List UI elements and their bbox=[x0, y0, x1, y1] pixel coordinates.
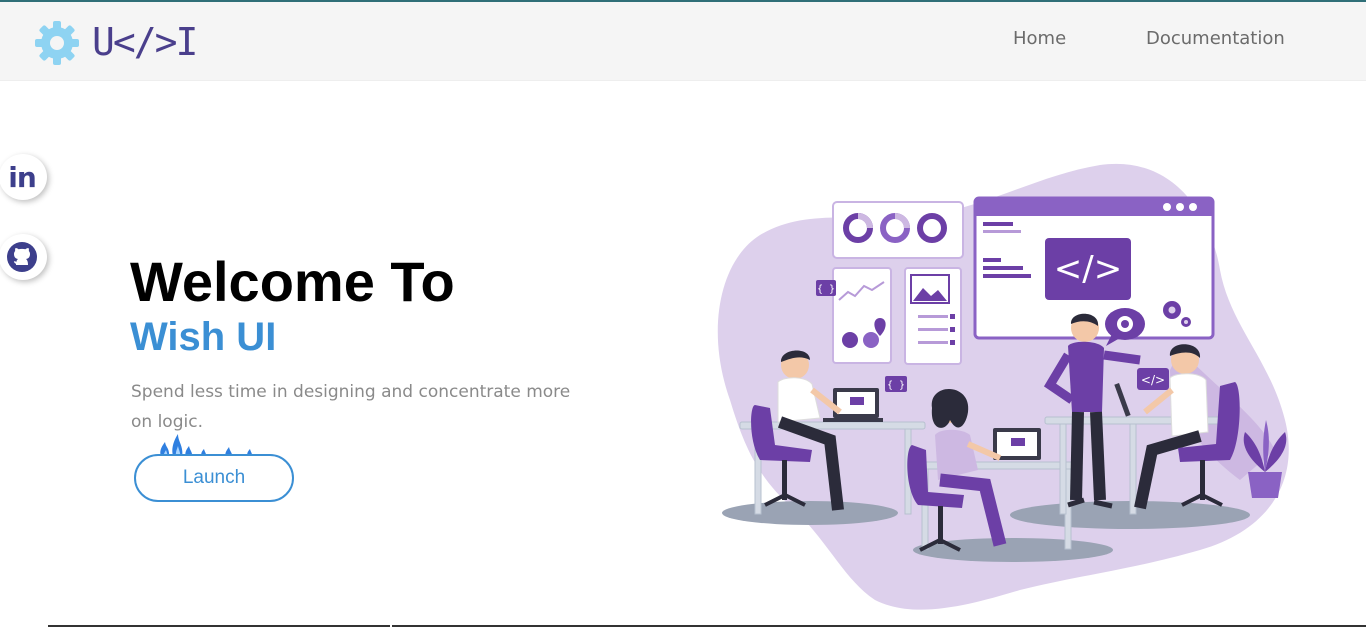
gear-icon bbox=[35, 21, 79, 65]
navbar: U</>I Home Documentation bbox=[0, 2, 1366, 81]
nav-documentation-link[interactable]: Documentation bbox=[1146, 28, 1285, 49]
logo[interactable]: U</>I bbox=[32, 18, 198, 70]
nav-home-link[interactable]: Home bbox=[1013, 28, 1066, 49]
svg-text:</>: </> bbox=[1141, 373, 1165, 387]
hero-title: Welcome To bbox=[130, 250, 455, 313]
github-icon bbox=[7, 242, 37, 272]
github-button[interactable] bbox=[0, 234, 47, 280]
hero-subtitle: Wish UI bbox=[130, 315, 277, 359]
small-code-tag: </> bbox=[1137, 368, 1169, 390]
logo-text: U</>I bbox=[92, 20, 198, 64]
code-symbol-text: </> bbox=[1054, 249, 1122, 289]
team-coding-illustration: </> { } { } </> bbox=[717, 163, 1289, 610]
stats-card bbox=[832, 267, 892, 364]
image-card bbox=[904, 267, 962, 365]
linkedin-button[interactable]: in bbox=[0, 154, 47, 200]
svg-text:{ }: { } bbox=[817, 284, 835, 295]
svg-text:{ }: { } bbox=[887, 380, 905, 391]
launch-button[interactable]: Launch bbox=[134, 454, 294, 502]
hero-description: Spend less time in designing and concent… bbox=[131, 382, 571, 432]
donut-cards bbox=[832, 201, 964, 259]
linkedin-icon: in bbox=[8, 160, 37, 194]
